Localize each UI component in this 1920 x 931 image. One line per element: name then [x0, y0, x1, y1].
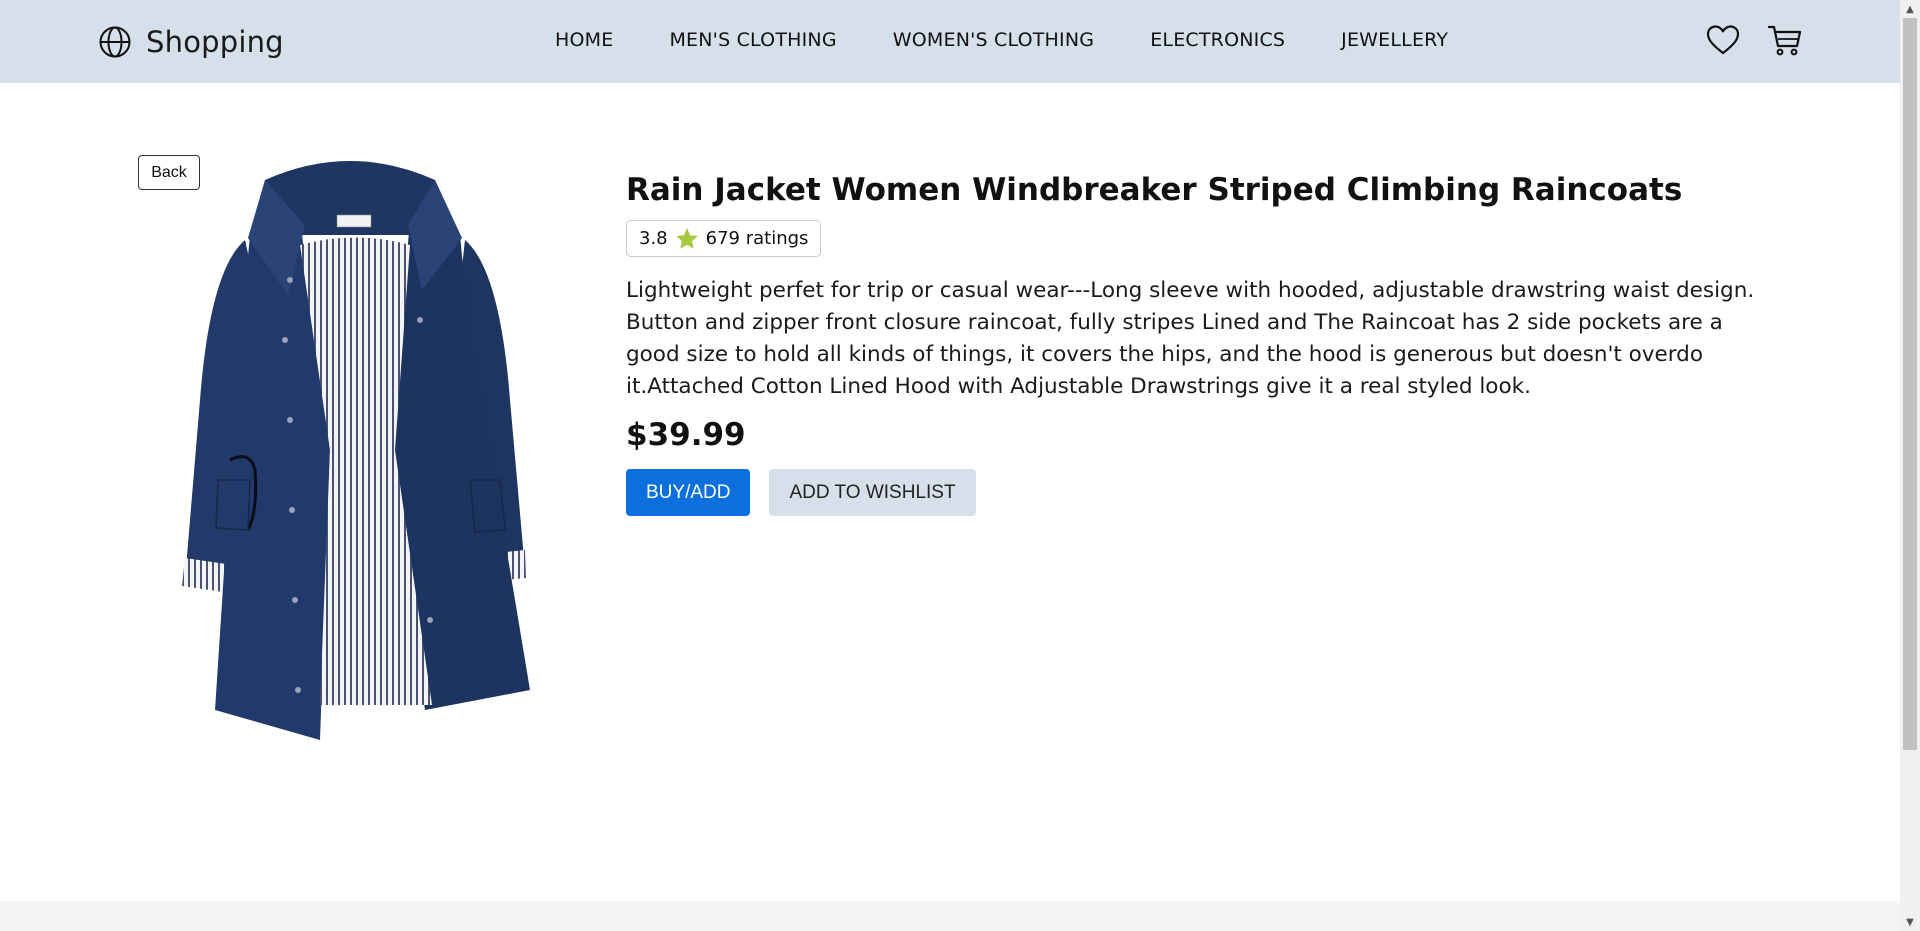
top-navbar: Shopping HOME MEN'S CLOTHING WOMEN'S CLO…: [0, 0, 1900, 83]
vertical-scrollbar[interactable]: ▲ ▼: [1900, 0, 1920, 931]
product-title: Rain Jacket Women Windbreaker Striped Cl…: [626, 172, 1683, 208]
nav-link-womens-clothing[interactable]: WOMEN'S CLOTHING: [893, 29, 1094, 51]
nav-link-mens-clothing[interactable]: MEN'S CLOTHING: [669, 29, 836, 51]
product-price: $39.99: [626, 417, 746, 453]
rating-value: 3.8: [639, 228, 668, 249]
nav-link-jewellery[interactable]: JEWELLERY: [1341, 29, 1448, 51]
footer: [0, 901, 1900, 931]
rating-badge: 3.8 679 ratings: [626, 220, 822, 257]
brand-label: Shopping: [146, 25, 284, 59]
scrollbar-thumb[interactable]: [1903, 18, 1917, 750]
nav-link-electronics[interactable]: ELECTRONICS: [1150, 29, 1285, 51]
brand-link[interactable]: Shopping: [98, 22, 284, 62]
cart-icon[interactable]: [1767, 22, 1803, 58]
add-to-wishlist-button[interactable]: ADD TO WISHLIST: [769, 469, 976, 516]
product-image: [182, 161, 530, 740]
star-icon: [675, 227, 698, 249]
nav-link-home[interactable]: HOME: [555, 29, 613, 51]
scroll-down-arrow-icon[interactable]: ▼: [1900, 913, 1920, 931]
scroll-up-arrow-icon[interactable]: ▲: [1900, 0, 1920, 18]
rating-count: 679 ratings: [705, 228, 809, 249]
buy-add-button[interactable]: BUY/ADD: [626, 469, 751, 516]
main-nav: HOME MEN'S CLOTHING WOMEN'S CLOTHING ELE…: [555, 29, 1448, 51]
product-description: Lightweight perfet for trip or casual we…: [626, 278, 1755, 399]
heart-icon[interactable]: [1705, 22, 1741, 58]
globe-icon: [99, 26, 131, 58]
action-buttons: BUY/ADD ADD TO WISHLIST: [626, 469, 1766, 516]
product-details: Rain Jacket Women Windbreaker Striped Cl…: [626, 168, 1766, 516]
